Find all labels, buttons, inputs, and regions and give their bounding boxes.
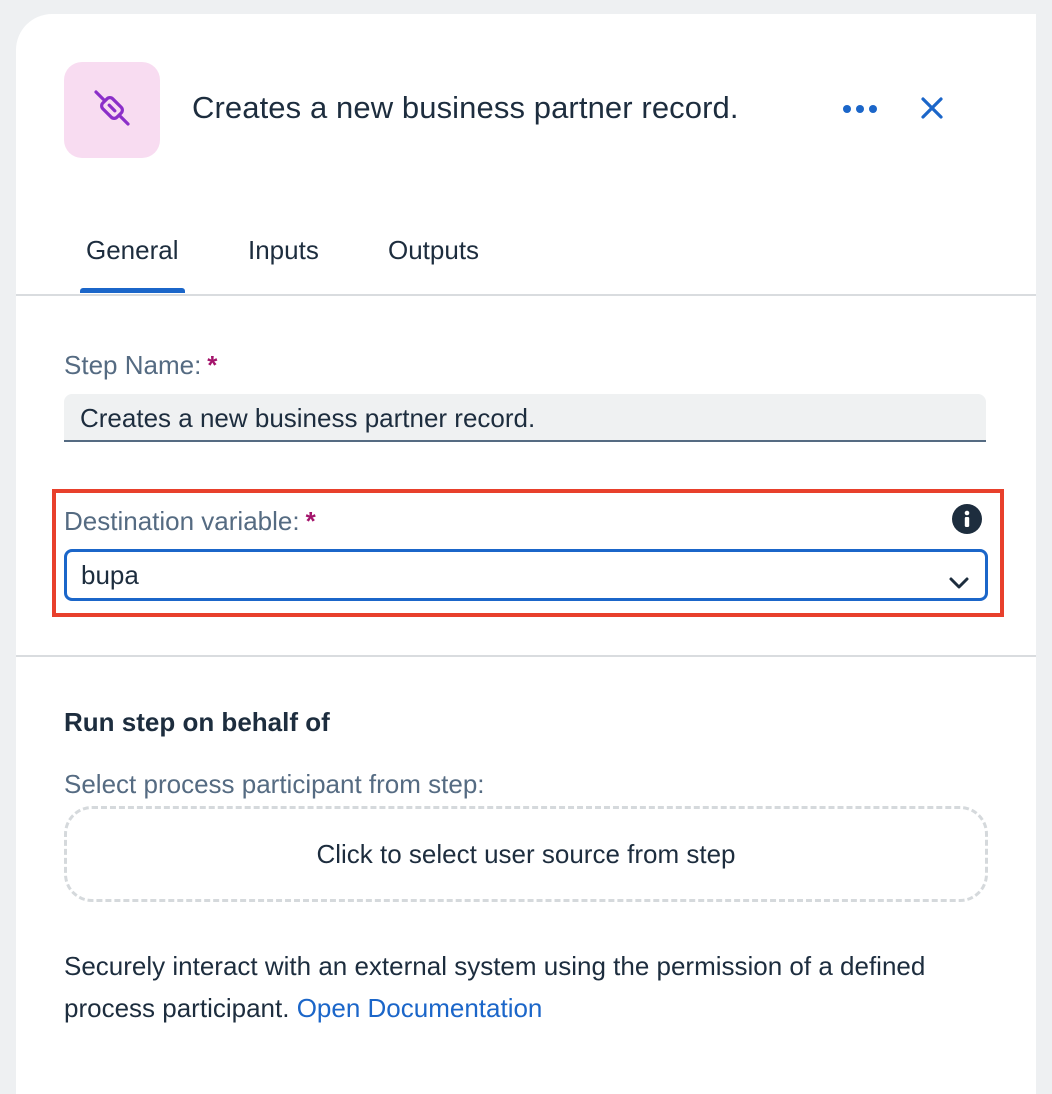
step-details-panel: Creates a new business partner record. G… [16,14,1036,1094]
required-marker: * [207,350,218,380]
step-name-field[interactable]: Creates a new business partner record. [64,394,986,442]
tab-general[interactable]: General [80,234,184,294]
chevron-down-icon [947,563,971,609]
run-on-behalf-description: Securely interact with an external syste… [64,945,1004,1029]
user-source-selector-text: Click to select user source from step [316,838,736,869]
destination-label-row: Destination variable: * [64,506,316,537]
tabs-divider [16,294,1036,296]
tab-outputs[interactable]: Outputs [388,234,479,294]
section-divider [16,655,1036,657]
select-participant-label: Select process participant from step: [64,769,485,799]
destination-variable-label: Destination variable: [64,506,300,536]
more-options-button[interactable] [838,94,882,126]
step-type-icon-tile [64,62,160,158]
open-documentation-link[interactable]: Open Documentation [297,993,543,1023]
run-on-behalf-title: Run step on behalf of [64,707,330,737]
connector-plug-icon [90,86,134,135]
step-name-label: Step Name: [64,350,202,380]
tab-inputs[interactable]: Inputs [248,234,319,294]
more-horizontal-icon [842,101,878,119]
destination-variable-value: bupa [81,560,139,590]
close-button[interactable] [912,92,952,128]
info-icon[interactable] [952,504,982,534]
close-icon [920,96,944,125]
step-name-label-row: Step Name: * [64,350,217,381]
tab-bar: General Inputs Outputs [64,234,1036,310]
destination-variable-select[interactable]: bupa [64,549,988,601]
step-title: Creates a new business partner record. [192,90,739,125]
user-source-selector[interactable]: Click to select user source from step [64,806,988,902]
required-marker: * [305,506,316,536]
